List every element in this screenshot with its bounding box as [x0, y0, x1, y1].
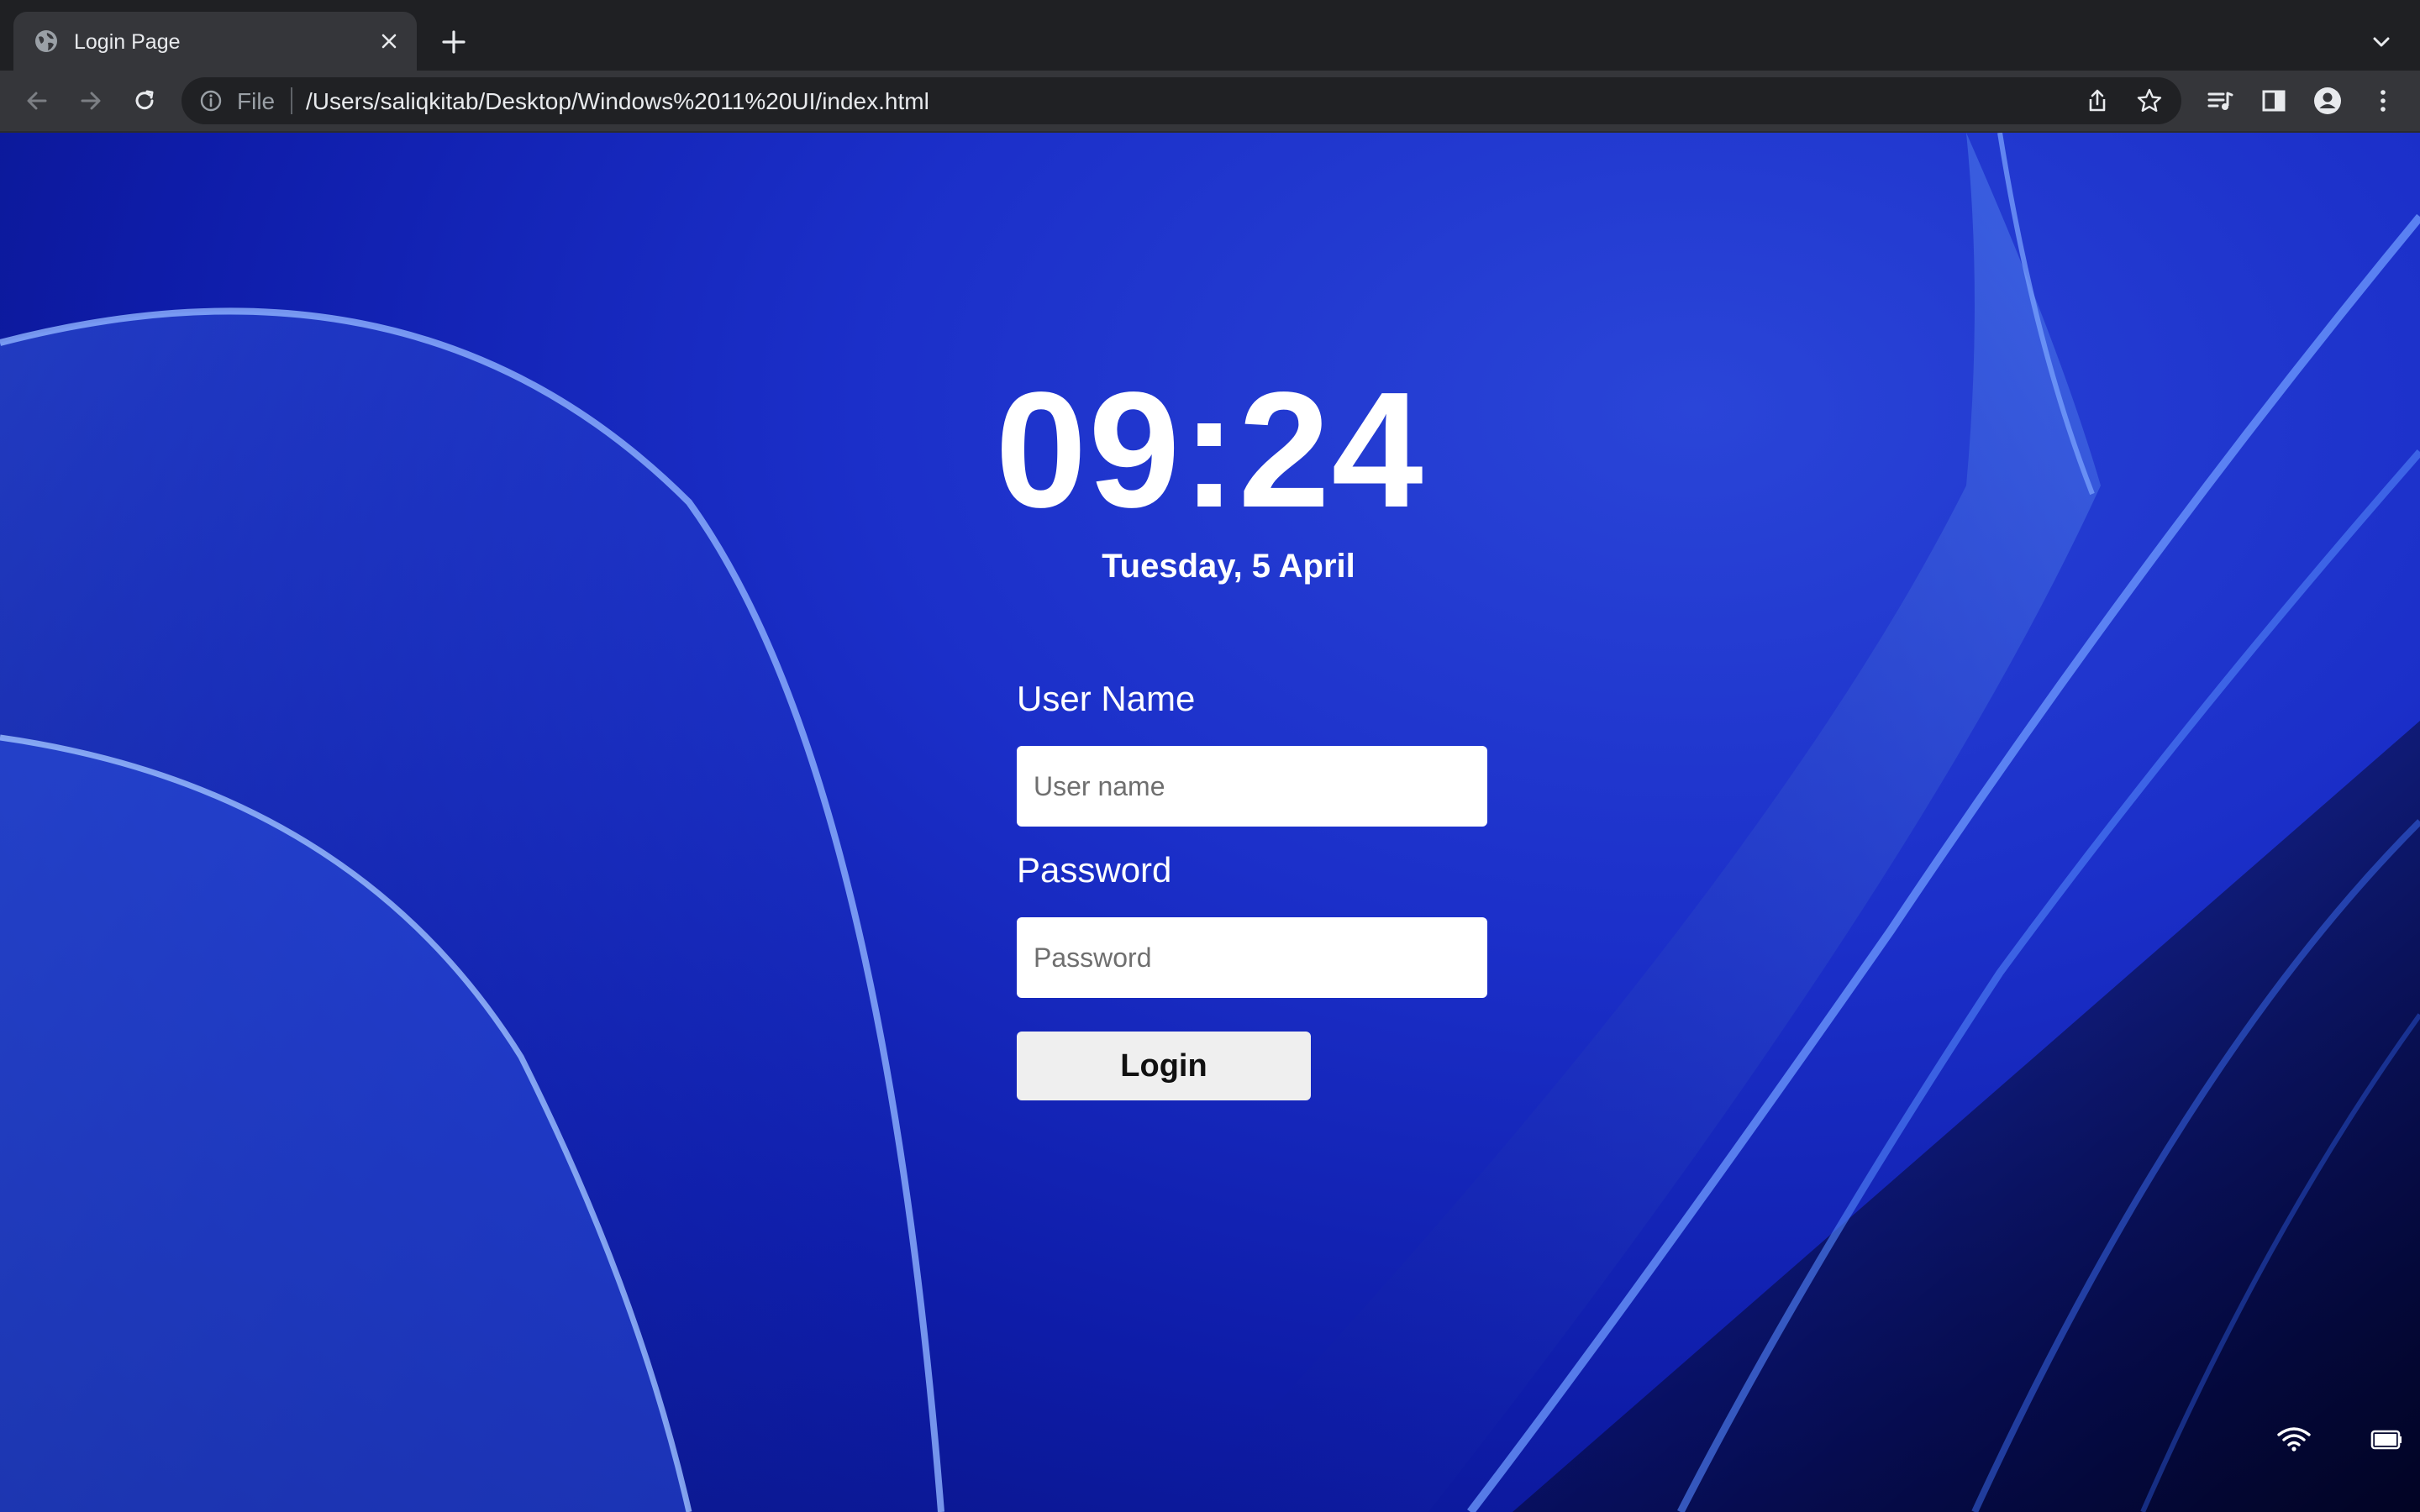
tab-title: Login Page — [74, 30, 181, 54]
side-panel-icon[interactable] — [2259, 86, 2289, 116]
login-button[interactable]: Login — [1017, 1032, 1311, 1100]
password-input[interactable] — [1017, 917, 1487, 998]
star-icon[interactable] — [2136, 87, 2163, 114]
lock-screen-clock: 09:24 — [995, 358, 1425, 542]
chevron-down-icon[interactable] — [2368, 29, 2395, 55]
arrow-left-icon[interactable] — [22, 86, 52, 116]
browser-window: Login Page File /Users/saliqkitab/Deskto… — [0, 0, 2420, 1512]
media-queue-icon[interactable] — [2205, 86, 2235, 116]
tab-login-page[interactable]: Login Page — [13, 12, 417, 71]
url-text[interactable]: /Users/saliqkitab/Desktop/Windows%2011%2… — [306, 89, 929, 114]
lock-screen-date: Tuesday, 5 April — [1102, 548, 1355, 585]
omnibox-divider — [291, 87, 292, 114]
url-scheme-label: File — [237, 88, 276, 114]
kebab-menu-icon[interactable] — [2368, 86, 2398, 116]
globe-icon — [35, 30, 57, 52]
share-icon[interactable] — [2084, 87, 2111, 114]
tab-strip: Login Page — [0, 0, 2420, 71]
browser-toolbar: File /Users/saliqkitab/Desktop/Windows%2… — [0, 71, 2420, 133]
battery-icon[interactable] — [2370, 1428, 2403, 1452]
password-label: Password — [1017, 850, 1172, 890]
close-icon[interactable] — [376, 29, 402, 54]
plus-icon[interactable] — [439, 27, 469, 57]
address-bar[interactable]: File /Users/saliqkitab/Desktop/Windows%2… — [182, 77, 2181, 124]
reload-icon[interactable] — [129, 86, 160, 116]
username-input[interactable] — [1017, 746, 1487, 827]
wifi-icon[interactable] — [2275, 1425, 2312, 1453]
arrow-right-icon[interactable] — [76, 86, 106, 116]
page-viewport: 09:24 Tuesday, 5 April User Name Passwor… — [0, 133, 2420, 1512]
profile-icon[interactable] — [2312, 86, 2343, 116]
info-icon[interactable] — [198, 88, 224, 113]
username-label: User Name — [1017, 679, 1196, 718]
